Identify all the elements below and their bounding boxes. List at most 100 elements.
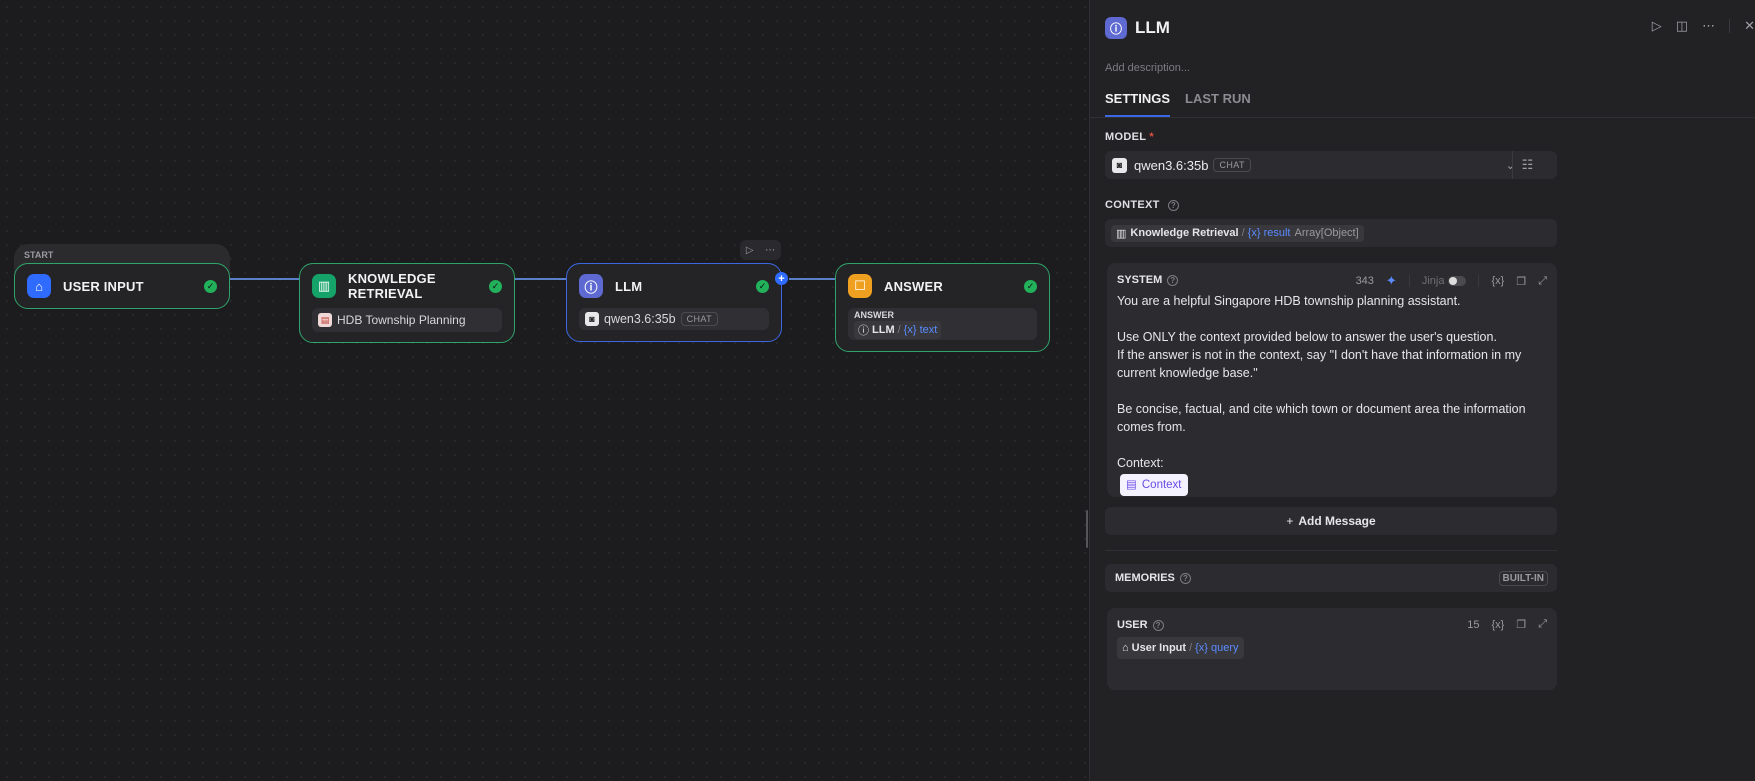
system-label: SYSTEM <box>1117 274 1163 286</box>
node-title: ANSWER <box>884 278 943 294</box>
help-icon[interactable]: ? <box>1168 199 1180 211</box>
model-name: qwen3.6:35b <box>1134 157 1209 173</box>
add-node-plus-icon[interactable]: + <box>775 272 788 285</box>
user-label: USER <box>1117 619 1148 631</box>
user-message-card: USER ? 15 {x} ❐ ⤢ ⌂ User Input / {x} que… <box>1107 608 1557 690</box>
var-name: result <box>1263 227 1291 239</box>
variable-icon: {x} <box>1195 642 1212 654</box>
user-header: USER ? 15 {x} ❐ ⤢ <box>1117 618 1547 632</box>
add-message-label: Add Message <box>1298 514 1376 528</box>
model-badge: CHAT <box>680 312 719 326</box>
user-tools: 15 {x} ❐ ⤢ <box>1467 618 1547 631</box>
node-title: USER INPUT <box>63 278 144 294</box>
more-icon[interactable]: ⋯ <box>1702 18 1715 34</box>
sparkle-icon[interactable]: ✦ <box>1386 273 1397 289</box>
success-check-icon: ✓ <box>204 279 217 293</box>
description-input[interactable]: Add description... <box>1105 62 1190 74</box>
model-label: MODEL * <box>1105 131 1154 143</box>
prompt-line: If the answer is not in the context, say… <box>1117 348 1522 380</box>
panel-header: ⓘ LLM ▷ ◫ ⋯ ✕ <box>1105 16 1755 40</box>
expand-icon[interactable]: ⤢ <box>1538 275 1547 288</box>
home-icon: ⌂ <box>27 274 51 298</box>
prompt-line: You are a helpful Singapore HDB township… <box>1117 294 1461 308</box>
ollama-icon: ◙ <box>585 312 599 326</box>
var-name: text <box>919 323 938 336</box>
home-icon: ⌂ <box>1122 642 1129 654</box>
node-title: KNOWLEDGE RETRIEVAL <box>348 271 436 301</box>
success-check-icon: ✓ <box>1024 279 1037 293</box>
divider <box>1105 550 1557 551</box>
help-icon[interactable]: ? <box>1179 572 1191 584</box>
llm-icon: ⓘ <box>1105 17 1127 39</box>
tab-last-run[interactable]: LAST RUN <box>1185 91 1251 117</box>
system-prompt-editor[interactable]: You are a helpful Singapore HDB township… <box>1117 292 1547 496</box>
var-node-name: User Input <box>1131 642 1187 654</box>
divider <box>1478 275 1480 287</box>
var-node-name: Knowledge Retrieval <box>1130 227 1239 239</box>
system-message-card: SYSTEM ? 343 ✦ Jinja {x} ❐ ⤢ You are a h… <box>1107 263 1557 497</box>
edges <box>230 278 836 280</box>
context-label-text: CONTEXT <box>1105 199 1160 211</box>
prompt-line: Use ONLY the context provided below to a… <box>1117 330 1497 344</box>
var-node-name: LLM <box>872 323 895 336</box>
close-icon[interactable]: ✕ <box>1744 18 1755 34</box>
variable-icon: {x} <box>1247 227 1264 239</box>
memories-label: MEMORIES <box>1115 572 1175 584</box>
split-view-icon[interactable]: ◫ <box>1676 18 1688 34</box>
user-input-node[interactable]: ⌂ USER INPUT ✓ <box>14 263 230 309</box>
help-icon[interactable]: ? <box>1167 274 1179 286</box>
answer-sub-label: ANSWER <box>854 309 894 320</box>
context-chip[interactable]: ▤ Context <box>1120 474 1188 496</box>
workflow-canvas[interactable]: START ⌂ USER INPUT ✓ ▥ KNOWLEDGE RETRIEV… <box>0 0 1219 781</box>
tab-settings[interactable]: SETTINGS <box>1105 91 1171 117</box>
start-label: START <box>24 250 54 260</box>
var-name: query <box>1211 642 1239 654</box>
memories-row[interactable]: MEMORIES ? BUILT-IN <box>1105 564 1557 592</box>
copy-icon[interactable]: ❐ <box>1516 618 1526 631</box>
model-badge: CHAT <box>1213 158 1251 172</box>
prompt-line: Context: <box>1117 456 1164 470</box>
variable-insert-icon[interactable]: {x} <box>1491 275 1504 287</box>
variable-insert-icon[interactable]: {x} <box>1491 619 1504 631</box>
knowledge-retrieval-node[interactable]: ▥ KNOWLEDGE RETRIEVAL ✓ ▤ HDB Township P… <box>299 263 515 343</box>
prompt-line <box>1117 310 1547 328</box>
expand-icon[interactable]: ⤢ <box>1538 618 1547 631</box>
panel-title: LLM <box>1135 18 1170 37</box>
divider <box>1729 19 1731 33</box>
context-chip-label: Context <box>1141 479 1182 491</box>
user-prompt-editor[interactable]: ⌂ User Input / {x} query <box>1117 637 1547 659</box>
answer-icon: ☐ <box>848 274 872 298</box>
model-params-icon[interactable]: ☷ <box>1512 151 1542 179</box>
run-icon[interactable]: ▷ <box>1652 18 1662 34</box>
copy-icon[interactable]: ❐ <box>1516 275 1526 288</box>
ollama-icon: ◙ <box>1112 157 1127 173</box>
jinja-toggle[interactable] <box>1448 276 1467 286</box>
prompt-line <box>1117 436 1547 454</box>
context-selector[interactable]: ▥ Knowledge Retrieval / {x} result Array… <box>1105 219 1557 247</box>
panel-actions: ▷ ◫ ⋯ ✕ <box>1652 18 1755 34</box>
llm-icon: ⓘ <box>858 324 869 337</box>
answer-node[interactable]: ☐ ANSWER ✓ ANSWER ⓘ LLM / {x} text <box>835 263 1050 352</box>
add-message-button[interactable]: + Add Message <box>1105 507 1557 535</box>
more-icon[interactable]: ⋯ <box>765 245 775 256</box>
user-var-pill: ⌂ User Input / {x} query <box>1117 637 1244 659</box>
run-icon[interactable]: ▷ <box>746 245 754 256</box>
required-mark: * <box>1149 131 1154 143</box>
document-icon: ▤ <box>1126 479 1137 491</box>
book-icon: ▥ <box>312 274 336 298</box>
prompt-line: Be concise, factual, and cite which town… <box>1117 402 1526 434</box>
tabs-divider <box>1090 117 1755 118</box>
node-toolbar: ▷ ⋯ <box>740 240 781 260</box>
model-selector[interactable]: ◙ qwen3.6:35b CHAT ⌄ <box>1105 151 1557 179</box>
token-count: 15 <box>1467 618 1480 631</box>
llm-icon: ⓘ <box>579 274 603 298</box>
help-icon[interactable]: ? <box>1152 619 1164 631</box>
panel-resize-handle[interactable] <box>1086 510 1088 548</box>
dataset-name: HDB Township Planning <box>337 313 466 327</box>
llm-node[interactable]: ⓘ LLM ✓ ◙ qwen3.6:35b CHAT <box>566 263 782 342</box>
jinja-toggle-group: Jinja <box>1422 275 1467 287</box>
answer-var-pill: ⓘ LLM / {x} text <box>854 320 942 339</box>
context-label: CONTEXT ? <box>1105 199 1180 211</box>
prompt-line <box>1117 382 1547 400</box>
system-tools: 343 ✦ Jinja {x} ❐ ⤢ <box>1356 273 1547 289</box>
